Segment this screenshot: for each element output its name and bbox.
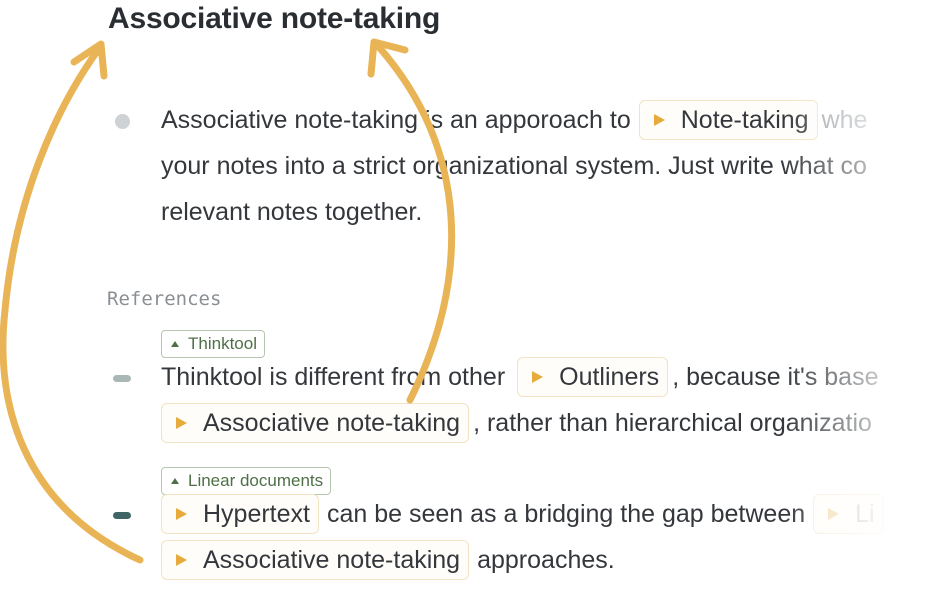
paragraph-text: Associative note-taking is an apporoach … <box>161 105 631 134</box>
play-triangle-icon <box>532 371 544 383</box>
paragraph-line-2: your notes into a strict organizational … <box>161 146 867 186</box>
note-link-label: Associative note-taking <box>203 408 461 437</box>
note-link-associative-note-taking[interactable]: Associative note-taking <box>161 540 470 580</box>
paragraph-text: relevant notes together. <box>161 197 423 226</box>
play-triangle-icon <box>828 508 840 520</box>
play-triangle-icon <box>176 554 187 566</box>
note-link-linear-documents[interactable]: Li <box>813 494 884 534</box>
paragraph-line-1: Associative note-taking is an apporoach … <box>161 100 867 140</box>
triangle-up-icon <box>171 478 179 484</box>
note-link-label: Associative note-taking <box>203 545 461 574</box>
paragraph-text: your notes into a strict organizational … <box>161 151 867 180</box>
note-link-label: Outliners <box>559 362 660 391</box>
note-link-associative-note-taking[interactable]: Associative note-taking <box>161 403 470 443</box>
reference-source-label: Thinktool <box>188 334 257 353</box>
triangle-up-icon <box>171 341 179 347</box>
note-link-label: Li <box>855 499 875 528</box>
page-title: Associative note-taking <box>108 2 441 35</box>
reference-text: Thinktool is different from other <box>161 362 506 391</box>
note-link-label: Note-taking <box>680 105 809 134</box>
note-link-hypertext[interactable]: Hypertext <box>161 494 319 534</box>
reference-text: approaches. <box>477 545 615 574</box>
reference-source-tag[interactable]: Thinktool <box>161 330 265 358</box>
bullet-dash[interactable] <box>113 512 131 519</box>
paragraph-text: whe <box>821 105 868 134</box>
play-triangle-icon <box>176 417 187 429</box>
reference-text: , because it's base <box>672 362 879 391</box>
reference-text: can be seen as a bridging the gap betwee… <box>326 499 806 528</box>
reference-line: Associative note-taking , rather than hi… <box>161 403 872 443</box>
reference-line: Hypertext can be seen as a bridging the … <box>161 494 888 534</box>
reference-source-tag[interactable]: Linear documents <box>161 467 332 495</box>
references-heading: References <box>107 288 222 310</box>
play-triangle-icon <box>653 114 665 126</box>
note-link-label: Hypertext <box>203 499 310 528</box>
note-link-note-taking[interactable]: Note-taking <box>638 100 818 140</box>
bullet-dash[interactable] <box>113 375 131 382</box>
reference-text: , rather than hierarchical organizatio <box>473 408 872 437</box>
note-link-outliners[interactable]: Outliners <box>517 357 669 397</box>
play-triangle-icon <box>176 508 187 520</box>
reference-source-label: Linear documents <box>188 471 324 490</box>
arrow-head-left <box>70 40 108 80</box>
arrow-head-right <box>367 38 409 78</box>
paragraph-line-3: relevant notes together. <box>161 192 422 232</box>
bullet-point[interactable] <box>115 114 130 129</box>
reference-line: Thinktool is different from other Outlin… <box>161 357 878 397</box>
reference-line: Associative note-taking approaches. <box>161 540 615 580</box>
